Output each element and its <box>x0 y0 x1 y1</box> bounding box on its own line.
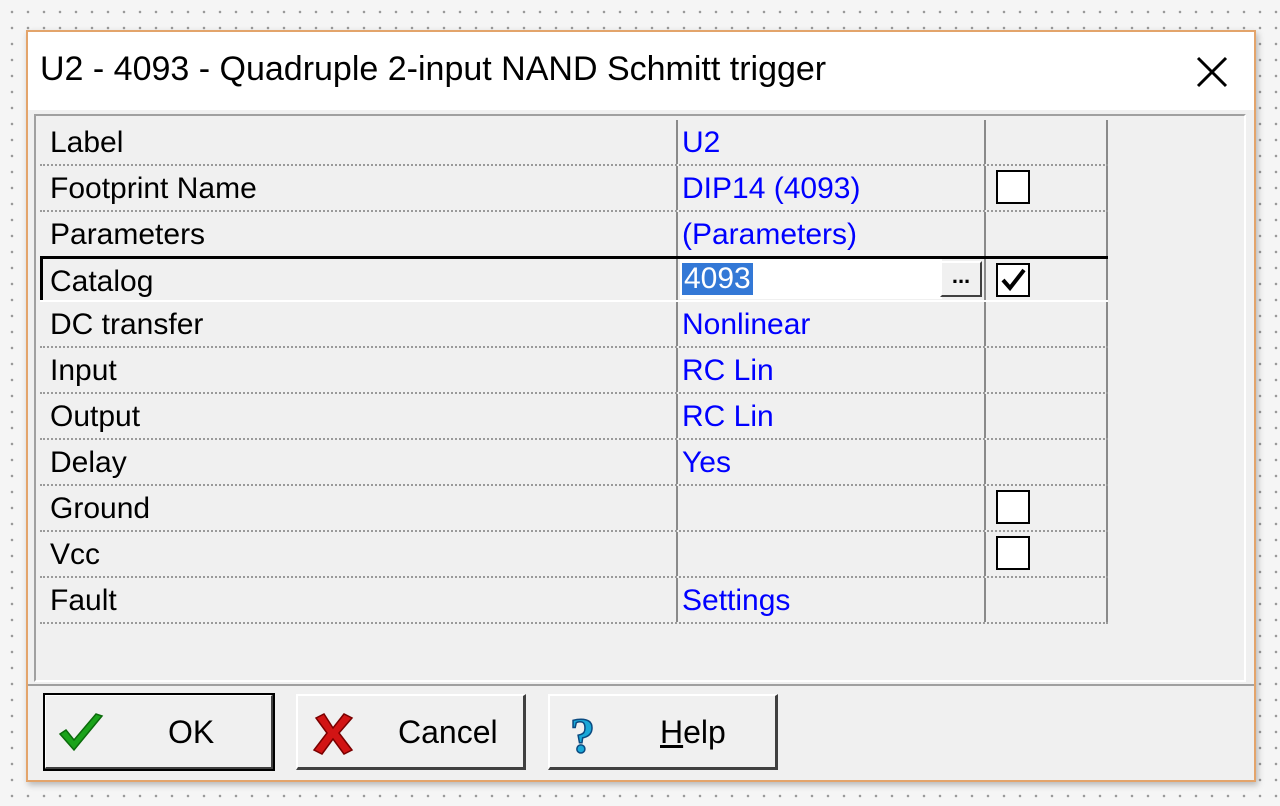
column-divider <box>1106 394 1108 438</box>
column-divider <box>984 348 986 392</box>
property-row[interactable]: Catalog 4093... <box>40 256 1108 302</box>
property-row[interactable]: Ground <box>40 486 1108 532</box>
column-divider <box>1106 120 1108 164</box>
property-row[interactable]: Fault Settings <box>40 578 1108 624</box>
column-divider <box>984 440 986 484</box>
column-divider <box>676 578 678 622</box>
column-divider <box>984 302 986 346</box>
property-row[interactable]: Output RC Lin <box>40 394 1108 440</box>
column-divider <box>984 120 986 164</box>
property-row[interactable]: Footprint Name DIP14 (4093) <box>40 166 1108 212</box>
property-label: Vcc <box>50 538 101 571</box>
property-label: Label <box>50 126 124 159</box>
show-checkbox[interactable] <box>996 170 1030 204</box>
show-checkbox[interactable] <box>996 263 1030 297</box>
column-divider <box>676 259 678 300</box>
column-divider <box>1106 348 1108 392</box>
red-x-icon <box>312 713 354 755</box>
property-label: Input <box>50 354 117 387</box>
column-divider <box>676 440 678 484</box>
property-label: Delay <box>50 446 127 479</box>
column-divider <box>984 532 986 576</box>
title-bar: U2 - 4093 - Quadruple 2-input NAND Schmi… <box>28 32 1254 110</box>
property-value[interactable]: RC Lin <box>682 400 774 434</box>
property-label: DC transfer <box>50 308 204 341</box>
column-divider <box>1106 532 1108 576</box>
column-divider <box>1106 302 1108 346</box>
column-divider <box>1106 259 1108 300</box>
catalog-input[interactable]: 4093 <box>680 259 942 299</box>
property-grid-frame: Label U2 Footprint Name DIP14 (4093) Paramet… <box>34 114 1246 682</box>
check-icon <box>1001 268 1026 292</box>
property-value[interactable]: (Parameters) <box>682 218 857 252</box>
column-divider <box>1106 578 1108 622</box>
cancel-button-label: Cancel <box>398 714 498 750</box>
ok-button[interactable]: OK <box>43 693 275 771</box>
property-row[interactable]: Delay Yes <box>40 440 1108 486</box>
help-button[interactable]: ? Help <box>548 694 778 770</box>
column-divider <box>676 348 678 392</box>
property-value[interactable]: DIP14 (4093) <box>682 172 860 206</box>
browse-button[interactable]: ... <box>940 261 982 297</box>
properties-dialog: U2 - 4093 - Quadruple 2-input NAND Schmi… <box>26 30 1256 782</box>
column-divider <box>984 578 986 622</box>
property-label: Footprint Name <box>50 172 257 205</box>
property-grid: Label U2 Footprint Name DIP14 (4093) Paramet… <box>40 120 1108 624</box>
property-row[interactable]: DC transfer Nonlinear <box>40 302 1108 348</box>
close-icon <box>1196 56 1228 88</box>
cancel-button[interactable]: Cancel <box>296 694 526 770</box>
svg-text:?: ? <box>570 708 595 758</box>
column-divider <box>1106 166 1108 210</box>
help-button-label: Help <box>660 714 726 750</box>
column-divider <box>984 212 986 256</box>
column-divider <box>676 166 678 210</box>
window-title: U2 - 4093 - Quadruple 2-input NAND Schmi… <box>40 50 827 88</box>
property-value[interactable]: U2 <box>682 126 720 160</box>
property-label: Ground <box>50 492 151 525</box>
column-divider <box>676 212 678 256</box>
footer-divider <box>28 684 1254 686</box>
property-label: Fault <box>50 584 117 617</box>
property-value[interactable]: RC Lin <box>682 354 774 388</box>
property-row[interactable]: Vcc <box>40 532 1108 578</box>
selected-text: 4093 <box>682 262 753 295</box>
column-divider <box>1106 212 1108 256</box>
column-divider <box>1106 440 1108 484</box>
checkmark-icon <box>58 713 104 752</box>
show-checkbox[interactable] <box>996 536 1030 570</box>
column-divider <box>676 302 678 346</box>
question-mark-icon: ? <box>569 708 596 758</box>
column-divider <box>984 259 986 300</box>
property-label: Parameters <box>50 218 206 251</box>
column-divider <box>1106 486 1108 530</box>
property-row[interactable]: Label U2 <box>40 120 1108 166</box>
column-divider <box>984 166 986 210</box>
close-button[interactable] <box>1192 52 1232 92</box>
property-row[interactable]: Parameters (Parameters) <box>40 212 1108 258</box>
column-divider <box>676 120 678 164</box>
property-label: Output <box>50 400 141 433</box>
column-divider <box>984 486 986 530</box>
ok-button-label: OK <box>168 714 215 750</box>
property-value[interactable]: Yes <box>682 446 731 480</box>
property-value[interactable]: Settings <box>682 584 790 618</box>
column-divider <box>676 532 678 576</box>
property-label: Catalog <box>50 265 154 298</box>
property-row[interactable]: Input RC Lin <box>40 348 1108 394</box>
property-value[interactable]: Nonlinear <box>682 308 810 342</box>
column-divider <box>676 394 678 438</box>
show-checkbox[interactable] <box>996 490 1030 524</box>
column-divider <box>676 486 678 530</box>
column-divider <box>984 394 986 438</box>
